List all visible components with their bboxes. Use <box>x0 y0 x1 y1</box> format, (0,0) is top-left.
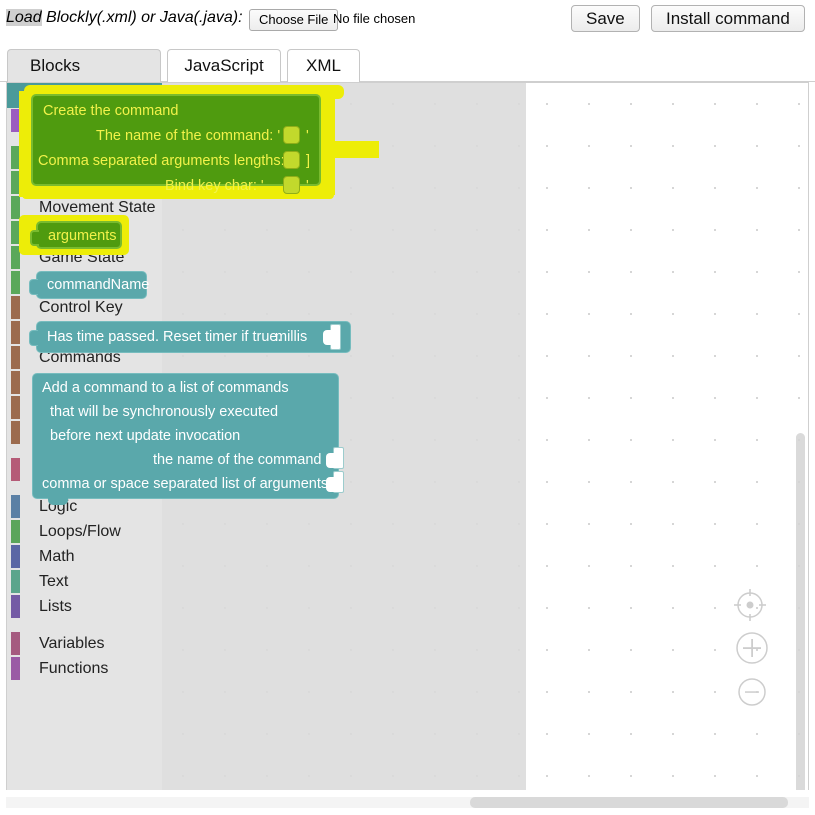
load-file-label: Load Blockly(.xml) or Java(.java): <box>6 9 243 27</box>
highlight-stroke-tail <box>327 141 379 158</box>
block-line: Comma separated arguments lengths: [ <box>38 153 293 169</box>
block-line: the name of the command <box>153 452 321 468</box>
center-workspace-button[interactable] <box>733 588 767 627</box>
toolbox-category-label: Control Key <box>39 299 123 316</box>
category-color-swatch <box>11 495 20 518</box>
category-color-swatch <box>11 371 20 394</box>
app-root: Load Blockly(.xml) or Java(.java): Choos… <box>0 0 815 815</box>
toolbox-category-loops-flow[interactable]: Loops/Flow <box>7 519 162 544</box>
block-arguments[interactable]: arguments <box>36 221 122 249</box>
load-label-rest: Blockly(.xml) or Java(.java): <box>42 9 243 26</box>
block-line: before next update invocation <box>50 428 240 444</box>
block-add-command[interactable]: Add a command to a list of commands that… <box>32 373 339 499</box>
install-command-button[interactable]: Install command <box>651 5 805 32</box>
toolbox-category-label: Lists <box>39 598 72 615</box>
toolbox-category-label: Math <box>39 548 75 565</box>
block-line: The name of the command: ' <box>96 128 280 144</box>
category-color-swatch <box>11 570 20 593</box>
tab-blocks[interactable]: Blocks <box>7 49 161 82</box>
argument-lengths-field[interactable] <box>283 151 300 169</box>
blockly-area: Init/AccessOverridesLocationPlayer Rotat… <box>6 82 809 809</box>
block-line-suffix: ] <box>306 153 310 169</box>
toolbox-category-lists[interactable]: Lists <box>7 594 162 619</box>
toolbox-separator <box>7 619 162 631</box>
tab-bar: Blocks JavaScript XML English <box>0 41 815 82</box>
zoom-out-icon <box>737 677 767 707</box>
category-color-swatch <box>11 196 20 219</box>
block-line: Bind key char: ' <box>165 178 264 194</box>
bottom-scroll-strip <box>0 790 815 815</box>
zoom-in-button[interactable] <box>735 631 769 670</box>
workspace-vertical-scrollbar[interactable] <box>796 433 805 798</box>
toolbox-category-label: Loops/Flow <box>39 523 121 540</box>
block-create-command[interactable]: Create the command The name of the comma… <box>31 94 321 186</box>
bind-key-char-field[interactable] <box>283 176 300 194</box>
category-color-swatch <box>11 545 20 568</box>
toolbox-category-text[interactable]: Text <box>7 569 162 594</box>
category-color-swatch <box>11 321 20 344</box>
block-field-label: millis <box>275 329 307 345</box>
block-line-suffix: ' <box>306 178 309 194</box>
block-line: comma or space separated list of argumen… <box>42 476 328 492</box>
output-plug-icon <box>29 279 38 295</box>
center-target-icon <box>733 588 767 622</box>
toolbox-category-variables[interactable]: Variables <box>7 631 162 656</box>
toolbox-category-functions[interactable]: Functions <box>7 656 162 681</box>
tab-xml[interactable]: XML <box>287 49 360 82</box>
output-plug-icon <box>29 330 38 346</box>
block-label: arguments <box>48 228 117 244</box>
zoom-in-icon <box>735 631 769 665</box>
toolbox-category-label: Text <box>39 573 68 590</box>
block-line: Create the command <box>43 103 178 119</box>
category-color-swatch <box>11 632 20 655</box>
block-command-name[interactable]: commandName <box>36 271 147 299</box>
command-name-input-socket[interactable] <box>333 447 344 469</box>
category-color-swatch <box>11 595 20 618</box>
block-line: that will be synchronously executed <box>50 404 278 420</box>
command-name-field[interactable] <box>283 126 300 144</box>
block-line-suffix: ' <box>306 128 309 144</box>
no-file-chosen-label: No file chosen <box>333 11 415 26</box>
category-color-swatch <box>11 271 20 294</box>
choose-file-button[interactable]: Choose File <box>249 9 338 31</box>
zoom-out-button[interactable] <box>737 677 767 712</box>
toolbox-category-label: Variables <box>39 635 105 652</box>
category-color-swatch <box>11 458 20 481</box>
workspace-horizontal-scrollbar[interactable] <box>470 797 788 808</box>
category-color-swatch <box>11 346 20 369</box>
category-color-swatch <box>11 396 20 419</box>
tab-javascript[interactable]: JavaScript <box>167 49 281 82</box>
category-color-swatch <box>11 657 20 680</box>
category-color-swatch <box>11 421 20 444</box>
category-color-swatch <box>11 520 20 543</box>
arguments-input-socket[interactable] <box>333 471 344 493</box>
toolbox-category-label: Movement State <box>39 199 156 216</box>
next-statement-notch-icon <box>48 498 68 505</box>
toolbox-category-math[interactable]: Math <box>7 544 162 569</box>
block-label: commandName <box>47 277 149 293</box>
block-line: Add a command to a list of commands <box>42 380 289 396</box>
top-toolbar: Load Blockly(.xml) or Java(.java): Choos… <box>0 0 815 41</box>
load-label-selected-word: Load <box>6 9 42 26</box>
save-button[interactable]: Save <box>571 5 640 32</box>
output-plug-icon <box>30 230 39 246</box>
block-label: Has time passed. Reset timer if true. <box>47 329 282 345</box>
block-has-time-passed[interactable]: Has time passed. Reset timer if true. mi… <box>36 321 351 353</box>
toolbox-category-label: Functions <box>39 660 108 677</box>
millis-input-socket[interactable] <box>330 324 341 350</box>
category-color-swatch <box>11 296 20 319</box>
